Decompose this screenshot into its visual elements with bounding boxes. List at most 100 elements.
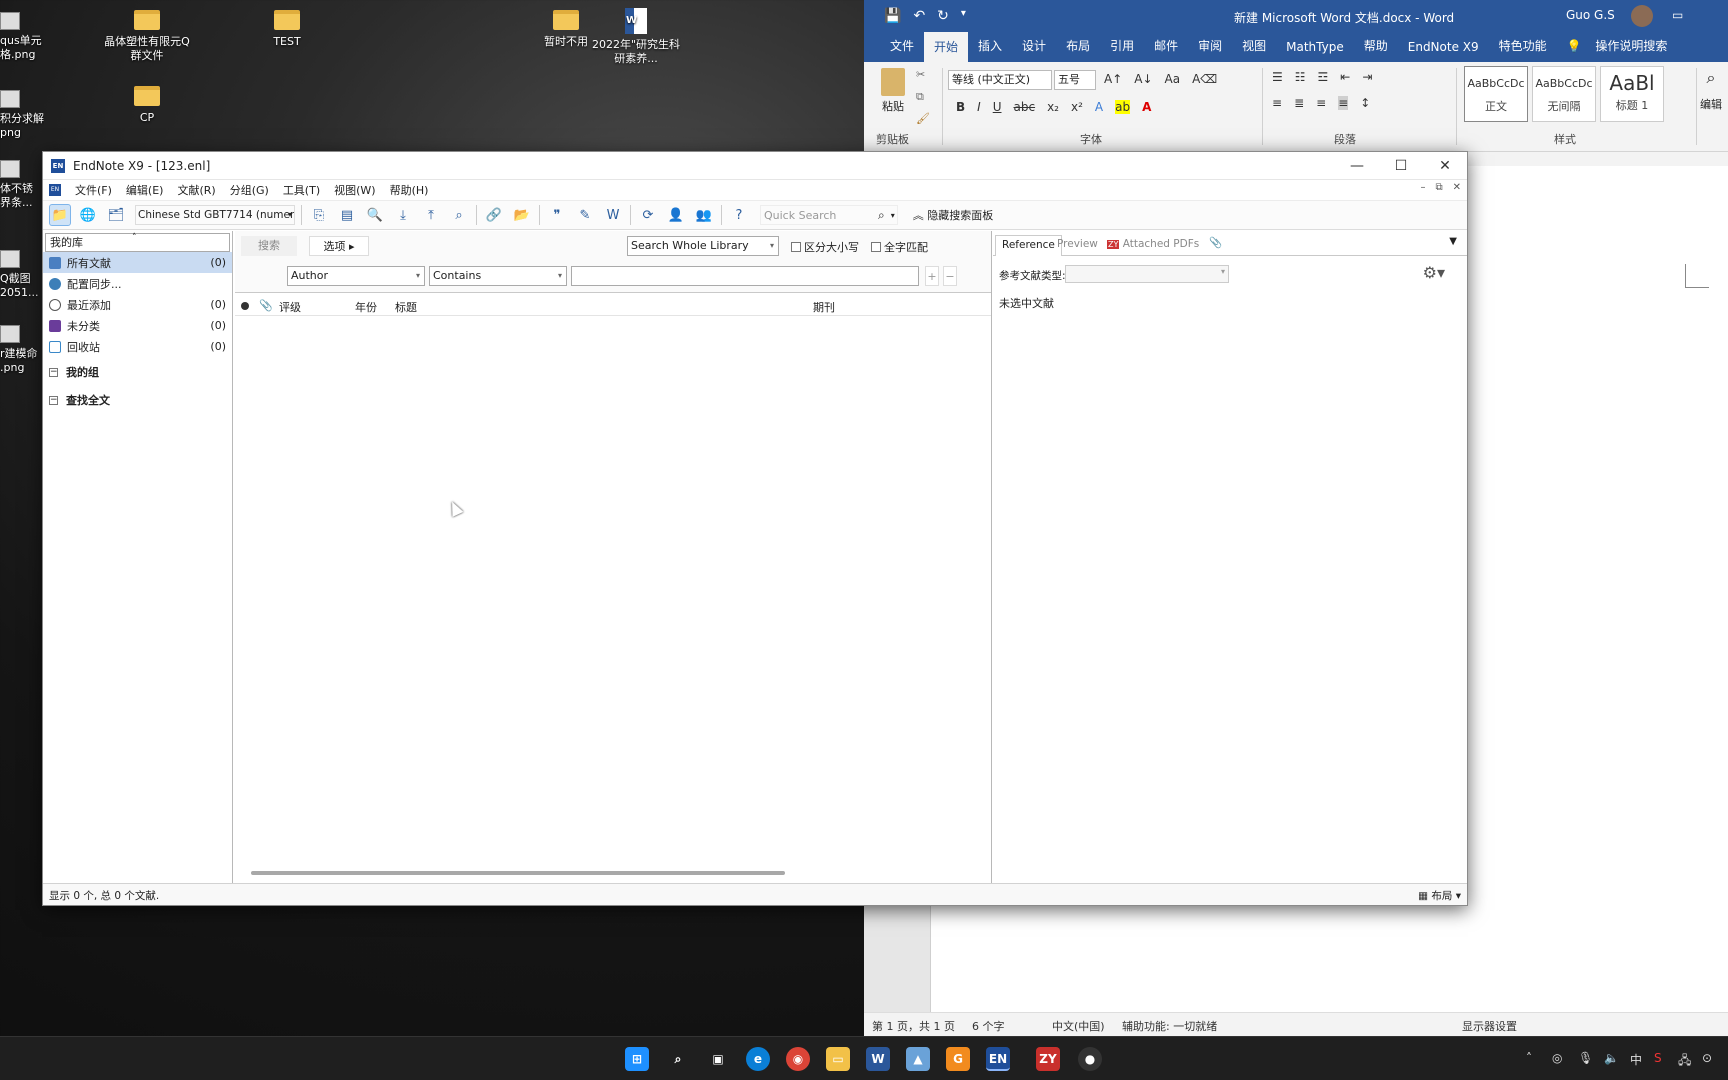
tab-home[interactable]: 开始 xyxy=(924,32,969,62)
column-rating[interactable]: 评级 xyxy=(279,299,301,315)
style-no-spacing[interactable]: AaBbCcDc 无间隔 xyxy=(1532,66,1596,122)
text-effects-icon[interactable]: A xyxy=(1095,100,1103,114)
return-to-word-icon[interactable]: W xyxy=(602,204,624,226)
paste-button[interactable]: 粘贴 xyxy=(878,68,908,114)
file-explorer-icon[interactable]: ▭ xyxy=(826,1047,850,1071)
group-find-full-text[interactable]: − 查找全文 xyxy=(43,387,232,413)
search-scope-select[interactable]: Search Whole Library ▾ xyxy=(627,236,779,256)
desktop-folder-qgroup[interactable]: 晶体塑性有限元Q群文件 xyxy=(102,10,192,63)
attach-paperclip-icon[interactable]: 📎 xyxy=(1209,236,1222,249)
shrink-font-icon[interactable]: A↓ xyxy=(1134,72,1152,86)
desktop-file-2[interactable]: 积分求解. png xyxy=(0,90,44,140)
cut-icon[interactable]: ✂ xyxy=(916,68,925,81)
microphone-icon[interactable]: 🎙 xyxy=(1578,1051,1593,1065)
strikethrough-icon[interactable]: abc xyxy=(1014,100,1036,114)
undo-icon[interactable]: ↶ xyxy=(913,8,925,24)
tab-design[interactable]: 设计 xyxy=(1012,37,1056,62)
insert-citation-icon[interactable]: ❞ xyxy=(546,204,568,226)
local-library-mode-icon[interactable]: 📁 xyxy=(49,204,71,226)
sidebar-item-all-references[interactable]: 所有文献 (0) xyxy=(43,252,232,273)
output-style-select[interactable]: Chinese Std GBT7714 (numeric) ▾ xyxy=(135,205,295,225)
customize-qa-icon[interactable]: ▾ xyxy=(961,8,966,24)
import-icon[interactable]: ⤓ xyxy=(392,204,414,226)
word-taskbar-icon[interactable]: W xyxy=(866,1047,890,1071)
help-icon[interactable]: ? xyxy=(728,204,750,226)
network-icon[interactable]: 🖧 xyxy=(1678,1051,1691,1072)
online-search-icon[interactable]: 🔍 xyxy=(364,204,386,226)
font-color-icon[interactable]: A xyxy=(1142,100,1151,114)
manage-sharing-icon[interactable]: 👥 xyxy=(693,204,715,226)
integrated-library-mode-icon[interactable]: 🗂 xyxy=(105,204,127,226)
search-operator-select[interactable]: Contains ▾ xyxy=(429,266,567,286)
close-button[interactable]: ✕ xyxy=(1423,152,1467,180)
sidebar-item-sync[interactable]: 配置同步... xyxy=(43,273,232,294)
hide-search-panel-button[interactable]: ︽ 隐藏搜索面板 xyxy=(913,207,994,223)
status-language[interactable]: 中文(中国) xyxy=(1052,1018,1105,1034)
chrome-icon[interactable]: ◉ xyxy=(786,1047,810,1071)
menu-tools[interactable]: 工具(T) xyxy=(283,182,320,198)
save-icon[interactable]: 💾 xyxy=(884,8,901,24)
style-normal[interactable]: AaBbCcDc 正文 xyxy=(1464,66,1528,122)
desktop-file-3[interactable]: 体不锈 界条... xyxy=(0,160,44,210)
volume-icon[interactable]: 🔈 xyxy=(1604,1051,1619,1065)
task-view-icon[interactable]: ▣ xyxy=(706,1047,730,1071)
menu-help[interactable]: 帮助(H) xyxy=(390,182,429,198)
open-link-icon[interactable]: 🔗 xyxy=(483,204,505,226)
tab-mathtype[interactable]: MathType xyxy=(1276,40,1354,62)
superscript-icon[interactable]: x² xyxy=(1071,100,1083,114)
endnote-taskbar-icon[interactable]: EN xyxy=(986,1047,1010,1071)
edit-button[interactable]: ⌕ 编辑 xyxy=(1700,68,1722,112)
mdi-close-icon[interactable]: ✕ xyxy=(1453,182,1461,193)
grow-font-icon[interactable]: A↑ xyxy=(1104,72,1122,86)
search-field-select[interactable]: Author ▾ xyxy=(287,266,425,286)
notification-icon[interactable]: ⊙ xyxy=(1702,1051,1712,1065)
sidebar-item-recently-added[interactable]: 最近添加 (0) xyxy=(43,294,232,315)
format-bibliography-icon[interactable]: ✎ xyxy=(574,204,596,226)
sync-icon[interactable]: ⟳ xyxy=(637,204,659,226)
font-size-select[interactable]: 五号 xyxy=(1054,70,1096,90)
ribbon-display-icon[interactable]: ▭ xyxy=(1672,8,1683,22)
gear-icon[interactable]: ⚙▾ xyxy=(1423,263,1445,282)
tab-file[interactable]: 文件 xyxy=(880,37,924,62)
menu-edit[interactable]: 编辑(E) xyxy=(126,182,164,198)
orange-app-icon[interactable]: G xyxy=(946,1047,970,1071)
tab-mailings[interactable]: 邮件 xyxy=(1144,37,1188,62)
subscript-icon[interactable]: x₂ xyxy=(1047,100,1059,114)
search-icon[interactable]: ⌕ xyxy=(666,1047,690,1071)
start-button-icon[interactable]: ⊞ xyxy=(625,1047,649,1071)
tab-layout[interactable]: 布局 xyxy=(1056,37,1100,62)
tab-insert[interactable]: 插入 xyxy=(968,37,1012,62)
group-my-groups[interactable]: − 我的组 xyxy=(43,359,232,385)
word-user-name[interactable]: Guo G.S xyxy=(1566,8,1615,22)
reference-type-select[interactable]: ▾ xyxy=(1065,265,1229,283)
search-value-input[interactable] xyxy=(571,266,919,286)
italic-icon[interactable]: I xyxy=(977,100,981,114)
add-search-row-button[interactable]: + xyxy=(925,266,939,286)
tab-references[interactable]: 引用 xyxy=(1100,37,1144,62)
tab-help[interactable]: 帮助 xyxy=(1354,37,1398,62)
increase-indent-icon[interactable]: ⇥ xyxy=(1362,70,1372,84)
read-status-icon[interactable] xyxy=(241,302,249,310)
photos-icon[interactable]: ▲ xyxy=(906,1047,930,1071)
tab-attached-pdfs[interactable]: ZY Attached PDFs xyxy=(1101,235,1205,256)
expand-toggle-icon[interactable]: − xyxy=(49,395,58,405)
desktop-word-doc[interactable]: 2022年"研究生科研素养... xyxy=(591,8,681,66)
highlight-icon[interactable]: ab xyxy=(1115,100,1131,114)
decrease-indent-icon[interactable]: ⇤ xyxy=(1340,70,1350,84)
change-case-icon[interactable]: Aa xyxy=(1165,72,1181,86)
search-button[interactable]: 搜索 xyxy=(241,236,297,256)
desktop-file-1[interactable]: qus单元 格.png xyxy=(0,12,44,62)
desktop-file-4[interactable]: Q截图 2051... xyxy=(0,250,44,300)
desktop-folder-cp[interactable]: CP xyxy=(102,86,192,125)
menu-window[interactable]: 视图(W) xyxy=(334,182,375,198)
clear-format-icon[interactable]: A⌫ xyxy=(1192,72,1217,86)
tray-app-icon[interactable]: ◎ xyxy=(1552,1051,1562,1065)
copy-to-library-icon[interactable]: ⎘ xyxy=(308,204,330,226)
obs-icon[interactable]: ● xyxy=(1078,1047,1102,1071)
export-icon[interactable]: ⤒ xyxy=(420,204,442,226)
align-right-icon[interactable]: ≡ xyxy=(1316,96,1326,110)
mdi-restore-icon[interactable]: ⧉ xyxy=(1435,182,1442,193)
avatar[interactable] xyxy=(1631,5,1653,27)
menu-file[interactable]: 文件(F) xyxy=(75,182,112,198)
line-spacing-icon[interactable]: ↕ xyxy=(1360,96,1370,110)
